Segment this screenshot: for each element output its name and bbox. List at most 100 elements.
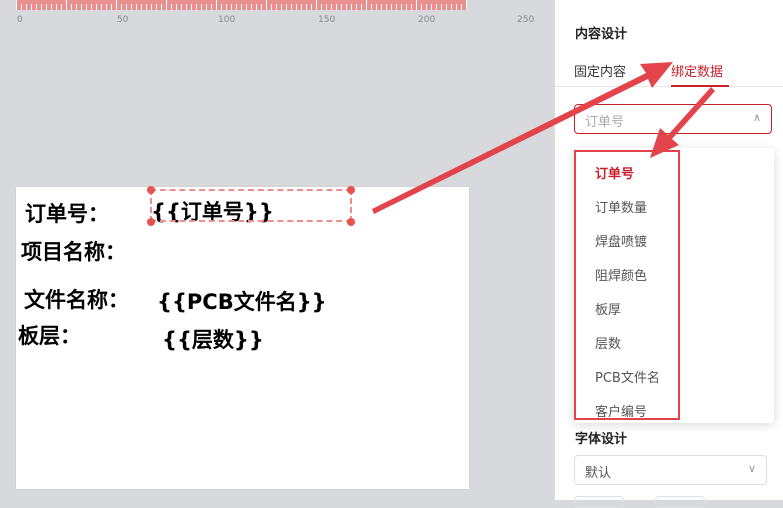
- ruler-tick: [146, 4, 147, 10]
- ruler-tick: [246, 4, 247, 10]
- ruler-tick: [266, 0, 267, 10]
- ruler-tick: [191, 4, 192, 10]
- ruler-tick: [171, 4, 172, 10]
- ruler-tick: [86, 4, 87, 10]
- ruler-tick: [461, 4, 462, 10]
- ruler-tick: [271, 4, 272, 10]
- ruler-tick: [281, 4, 282, 10]
- layer-count-field[interactable]: {{层数}}: [162, 324, 264, 354]
- ruler-tick: [36, 4, 37, 10]
- ruler-tick: [226, 4, 227, 10]
- tab-fixed-content[interactable]: 固定内容: [574, 61, 626, 80]
- ruler-tick: [416, 0, 417, 10]
- selection-box[interactable]: [150, 189, 352, 222]
- ruler-tick: [166, 0, 167, 10]
- ruler-tick: [101, 4, 102, 10]
- ruler-tick: [431, 4, 432, 10]
- ruler-tick: [406, 4, 407, 10]
- ruler-tick: [221, 4, 222, 10]
- ruler-tick: [66, 0, 67, 10]
- ruler-tick: [296, 4, 297, 10]
- resize-handle[interactable]: [147, 186, 155, 194]
- font-select[interactable]: 默认 ∨: [574, 455, 767, 485]
- ruler-label: 200: [418, 15, 436, 25]
- resize-handle[interactable]: [147, 218, 155, 226]
- ruler-tick: [441, 4, 442, 10]
- select-placeholder: 订单号: [585, 115, 625, 130]
- ruler-tick: [81, 4, 82, 10]
- ruler-tick: [96, 4, 97, 10]
- ruler: 0 50 100 150 200 250: [0, 0, 555, 26]
- ruler-tick: [331, 4, 332, 10]
- file-name-label[interactable]: 文件名称：: [24, 284, 129, 314]
- ruler-tick: [31, 4, 32, 10]
- ruler-tick: [186, 4, 187, 10]
- ruler-tick: [421, 4, 422, 10]
- ruler-tick: [121, 4, 122, 10]
- ruler-tick: [201, 4, 202, 10]
- ruler-tick: [91, 4, 92, 10]
- panel-title: 内容设计: [575, 27, 628, 42]
- data-field-select[interactable]: 订单号 ∧: [574, 104, 772, 134]
- ruler-tick: [211, 4, 212, 10]
- order-no-label[interactable]: 订单号：: [25, 198, 109, 228]
- ruler-tick: [56, 4, 57, 10]
- ruler-tick: [26, 4, 27, 10]
- ruler-tick: [311, 4, 312, 10]
- ruler-tick: [396, 4, 397, 10]
- ruler-tick: [426, 4, 427, 10]
- ruler-tick: [386, 4, 387, 10]
- resize-handle[interactable]: [347, 186, 355, 194]
- ruler-tick: [301, 4, 302, 10]
- ruler-tick: [111, 4, 112, 10]
- ruler-tick: [206, 4, 207, 10]
- ruler-tick: [466, 0, 467, 10]
- ruler-tick: [71, 4, 72, 10]
- ruler-tick: [116, 0, 117, 10]
- ruler-tick: [361, 4, 362, 10]
- pcb-file-field[interactable]: {{PCB文件名}}: [157, 286, 327, 316]
- ruler-tick: [236, 4, 237, 10]
- ruler-tick: [231, 4, 232, 10]
- annotation-highlight-box: [574, 150, 680, 420]
- ruler-tick: [156, 4, 157, 10]
- active-tab-indicator: [671, 85, 729, 87]
- resize-handle[interactable]: [347, 218, 355, 226]
- ruler-tick: [196, 4, 197, 10]
- ruler-tick: [371, 4, 372, 10]
- ruler-tick: [51, 4, 52, 10]
- ruler-tick: [61, 4, 62, 10]
- ruler-tick: [336, 4, 337, 10]
- ruler-label: 0: [17, 15, 23, 25]
- ruler-tick: [16, 0, 17, 10]
- layer-label[interactable]: 板层：: [18, 320, 81, 350]
- ruler-strip: [16, 0, 467, 10]
- ruler-tick: [351, 4, 352, 10]
- font-select-value: 默认: [585, 466, 612, 481]
- project-name-label[interactable]: 项目名称：: [21, 236, 126, 266]
- ruler-tick: [341, 4, 342, 10]
- ruler-label: 250: [517, 15, 535, 25]
- ruler-label: 150: [318, 15, 336, 25]
- ruler-tick: [216, 0, 217, 10]
- ruler-tick: [381, 4, 382, 10]
- ruler-tick: [316, 0, 317, 10]
- ruler-tick: [291, 4, 292, 10]
- chevron-down-icon: ∨: [747, 462, 756, 475]
- ruler-tick: [161, 4, 162, 10]
- ruler-tick: [261, 4, 262, 10]
- tab-bound-data[interactable]: 绑定数据: [671, 61, 723, 80]
- ruler-tick: [401, 4, 402, 10]
- ruler-tick: [46, 4, 47, 10]
- tab-divider: [555, 86, 783, 87]
- ruler-tick: [326, 4, 327, 10]
- ruler-tick: [76, 4, 77, 10]
- ruler-tick: [451, 4, 452, 10]
- label-canvas[interactable]: 订单号： {{订单号}} 项目名称： 文件名称： {{PCB文件名}} 板层： …: [16, 187, 469, 489]
- ruler-tick: [321, 4, 322, 10]
- font-weight-input[interactable]: [655, 496, 705, 508]
- ruler-tick: [176, 4, 177, 10]
- font-size-input[interactable]: [574, 496, 624, 508]
- ruler-tick: [41, 4, 42, 10]
- ruler-tick: [446, 4, 447, 10]
